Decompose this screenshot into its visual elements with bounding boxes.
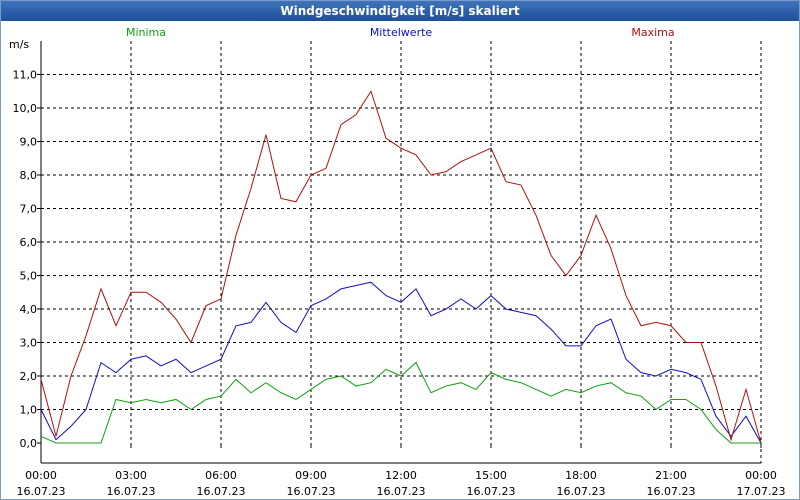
x-tick-date: 16.07.23 <box>197 485 246 498</box>
y-tick-label: 6,0 <box>20 236 38 249</box>
x-tick-date: 16.07.23 <box>557 485 606 498</box>
x-tick-time: 00:00 <box>25 469 57 482</box>
x-tick-date: 16.07.23 <box>287 485 336 498</box>
x-tick-time: 21:00 <box>655 469 687 482</box>
y-tick-label: 9,0 <box>20 136 38 149</box>
chart-window: Windgeschwindigkeit [m/s] skaliert 0,0 1,… <box>0 0 800 500</box>
x-tick-time: 09:00 <box>295 469 327 482</box>
x-tick-time: 00:00 <box>745 469 777 482</box>
y-tick-label: 0,0 <box>20 437 38 450</box>
y-tick-label: 11,0 <box>13 69 38 82</box>
x-tick-date: 17.07.23 <box>737 485 786 498</box>
y-tick-label: 7,0 <box>20 203 38 216</box>
y-axis-label: m/s <box>9 38 29 51</box>
x-tick-date: 16.07.23 <box>377 485 426 498</box>
y-tick-label: 1,0 <box>20 404 38 417</box>
x-tick-date: 16.07.23 <box>467 485 516 498</box>
x-tick-date: 16.07.23 <box>17 485 66 498</box>
x-tick-time: 18:00 <box>565 469 597 482</box>
wind-speed-chart: 0,0 1,0 2,0 3,0 4,0 5,0 6,0 7,0 8,0 9,0 10,0 11,0 0… <box>9 26 786 498</box>
legend-maxima: Maxima <box>631 26 674 39</box>
legend-mittelwerte: Mittelwerte <box>370 26 433 39</box>
y-tick-label: 4,0 <box>20 303 38 316</box>
legend: Minima Mittelwerte Maxima <box>126 26 675 39</box>
grid-lines <box>41 41 761 443</box>
y-tick-label: 10,0 <box>13 102 38 115</box>
x-tick-date: 16.07.23 <box>107 485 156 498</box>
x-tick-time: 06:00 <box>205 469 237 482</box>
x-axis-ticks: 00:00 16.07.23 03:00 16.07.23 06:00 16.07.23 0… <box>17 443 786 498</box>
y-tick-label: 2,0 <box>20 370 38 383</box>
legend-minima: Minima <box>126 26 166 39</box>
x-tick-time: 15:00 <box>475 469 507 482</box>
y-axis-ticks: 0,0 1,0 2,0 3,0 4,0 5,0 6,0 7,0 8,0 9,0 10,0 11,0 <box>13 69 41 450</box>
x-tick-date: 16.07.23 <box>647 485 696 498</box>
y-tick-label: 8,0 <box>20 169 38 182</box>
y-tick-label: 3,0 <box>20 337 38 350</box>
x-tick-time: 12:00 <box>385 469 417 482</box>
x-tick-time: 03:00 <box>115 469 147 482</box>
y-tick-label: 5,0 <box>20 270 38 283</box>
